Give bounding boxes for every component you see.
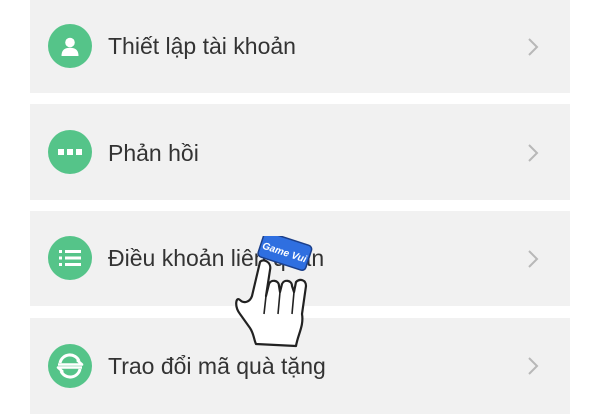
menu-item-label: Thiết lập tài khoản bbox=[108, 33, 296, 59]
list-icon bbox=[48, 236, 92, 280]
hand-pointer-icon: Game Vui bbox=[235, 236, 313, 348]
chevron-right-icon bbox=[528, 357, 539, 375]
more-dots-icon bbox=[48, 130, 92, 174]
chevron-right-icon bbox=[528, 38, 539, 56]
menu-item-feedback[interactable]: Phản hồi bbox=[30, 104, 570, 200]
menu-item-account-settings[interactable]: Thiết lập tài khoản bbox=[30, 0, 570, 93]
menu-item-label: Phản hồi bbox=[108, 140, 199, 166]
settings-menu: Thiết lập tài khoản Phản hồi Điều khoản … bbox=[0, 0, 600, 414]
user-icon bbox=[48, 24, 92, 68]
exchange-icon bbox=[48, 344, 92, 388]
chevron-right-icon bbox=[528, 144, 539, 162]
chevron-right-icon bbox=[528, 250, 539, 268]
menu-item-label: Trao đổi mã quà tặng bbox=[108, 353, 326, 379]
